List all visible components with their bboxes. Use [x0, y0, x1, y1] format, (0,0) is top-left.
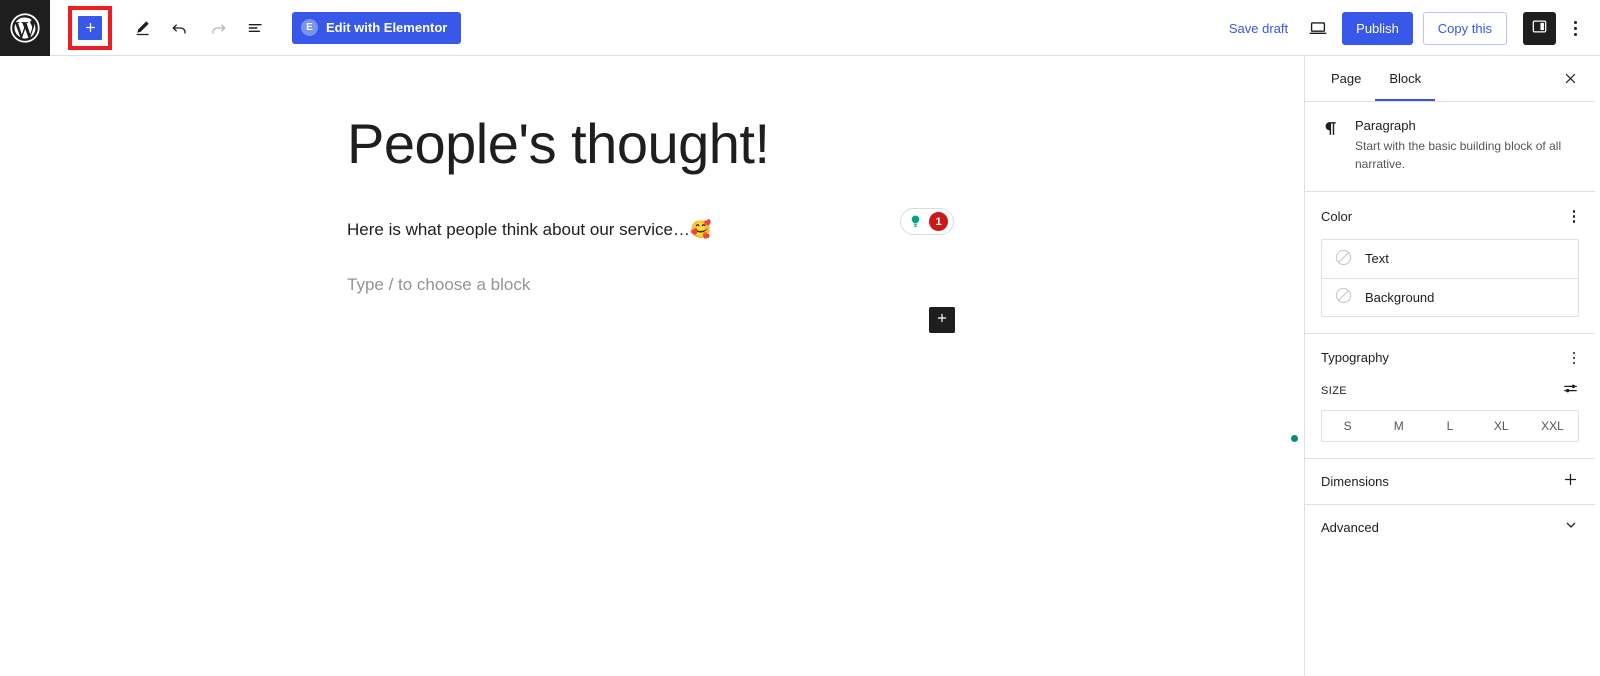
close-sidebar-button[interactable] [1557, 67, 1583, 93]
color-options-list: Text Background [1321, 238, 1579, 317]
tab-block[interactable]: Block [1375, 56, 1435, 101]
typography-section-header: Typography [1321, 348, 1579, 369]
undo-button[interactable] [162, 10, 198, 46]
preview-button[interactable] [1300, 10, 1336, 46]
tab-page[interactable]: Page [1317, 56, 1375, 101]
block-info-card: Paragraph Start with the basic building … [1305, 102, 1595, 191]
typography-section-title: Typography [1321, 350, 1389, 366]
block-info-text: Paragraph Start with the basic building … [1355, 118, 1579, 173]
color-option-label: Background [1365, 289, 1435, 305]
post-content: People's thought! 1 Here is what people … [347, 112, 967, 333]
block-description: Start with the basic building block of a… [1355, 139, 1562, 171]
elementor-logo-icon: E [301, 19, 318, 36]
no-color-circle-icon [1334, 248, 1353, 270]
seo-issue-count: 1 [929, 212, 948, 231]
close-x-icon [1563, 71, 1578, 89]
block-inserter-button[interactable] [76, 13, 104, 42]
font-size-s[interactable]: S [1322, 411, 1373, 441]
typography-options-kebab-icon[interactable] [1569, 348, 1580, 369]
edit-tool-button[interactable] [124, 10, 160, 46]
font-size-label: SIZE [1321, 385, 1348, 397]
undo-arrow-icon [170, 18, 190, 38]
font-size-toggle-group: S M L XL XXL [1321, 410, 1579, 442]
block-settings-sidebar: Page Block Paragraph Start with the basi… [1304, 56, 1595, 676]
color-section: Color Text Background [1305, 191, 1595, 333]
advanced-section[interactable]: Advanced [1305, 504, 1595, 550]
lightbulb-icon [906, 212, 925, 231]
laptop-preview-icon [1307, 17, 1329, 39]
font-size-xxl[interactable]: XXL [1527, 411, 1578, 441]
toolbar-right-group: Save draft Publish Copy this [1217, 0, 1600, 56]
no-color-circle-icon [1334, 286, 1353, 308]
redo-button[interactable] [200, 10, 236, 46]
elementor-button-label: Edit with Elementor [326, 20, 448, 35]
editor-toolbar: E Edit with Elementor Save draft Publish… [0, 0, 1600, 56]
block-name-label: Paragraph [1355, 118, 1416, 133]
page-title[interactable]: People's thought! [347, 112, 967, 176]
save-draft-button[interactable]: Save draft [1217, 10, 1300, 46]
plus-icon[interactable] [1562, 471, 1579, 493]
plus-icon [935, 311, 949, 330]
pencil-icon [133, 18, 152, 37]
empty-block-placeholder[interactable]: Type / to choose a block [347, 271, 967, 298]
wordpress-logo-button[interactable] [0, 0, 50, 56]
font-size-xl[interactable]: XL [1476, 411, 1527, 441]
copy-this-button[interactable]: Copy this [1422, 11, 1507, 45]
sidebar-panel-icon [1530, 17, 1549, 39]
settings-sidebar-toggle-button[interactable] [1523, 11, 1556, 45]
dimensions-section[interactable]: Dimensions [1305, 458, 1595, 504]
wordpress-block-editor: E Edit with Elementor Save draft Publish… [0, 0, 1600, 676]
sidebar-tabs: Page Block [1305, 56, 1595, 102]
editor-options-button[interactable] [1558, 10, 1592, 46]
color-option-label: Text [1365, 251, 1389, 266]
color-option-text[interactable]: Text [1322, 240, 1578, 278]
color-section-title: Color [1321, 208, 1353, 224]
block-inserter-wrapper [68, 5, 112, 50]
list-view-icon [246, 18, 266, 38]
publish-button[interactable]: Publish [1342, 11, 1413, 45]
color-option-background[interactable]: Background [1322, 277, 1578, 316]
toolbar-left-group: E Edit with Elementor [50, 0, 462, 56]
dimensions-section-title: Dimensions [1321, 474, 1389, 489]
editor-canvas: People's thought! 1 Here is what people … [0, 56, 1304, 676]
color-options-kebab-icon[interactable] [1569, 206, 1580, 227]
color-section-header: Color [1321, 206, 1579, 227]
list-view-button[interactable] [238, 10, 274, 46]
font-size-label-row: SIZE [1321, 380, 1579, 402]
redo-arrow-icon [208, 18, 228, 38]
typography-section: Typography SIZE S M L XL XXL [1305, 332, 1595, 459]
status-indicator-dot [1291, 435, 1298, 442]
paragraph-block[interactable]: Here is what people think about our serv… [347, 216, 967, 243]
advanced-section-title: Advanced [1321, 520, 1379, 535]
wordpress-logo-icon [10, 12, 40, 43]
font-size-m[interactable]: M [1373, 411, 1424, 441]
edit-with-elementor-button[interactable]: E Edit with Elementor [292, 11, 462, 44]
plus-icon [83, 20, 98, 35]
sliders-icon[interactable] [1562, 380, 1579, 402]
seo-suggestion-badge[interactable]: 1 [900, 208, 954, 235]
kebab-menu-icon [1573, 20, 1577, 36]
font-size-l[interactable]: L [1424, 411, 1475, 441]
chevron-down-icon[interactable] [1563, 517, 1579, 538]
block-appender-button[interactable] [929, 307, 955, 333]
paragraph-pilcrow-icon [1319, 118, 1343, 173]
